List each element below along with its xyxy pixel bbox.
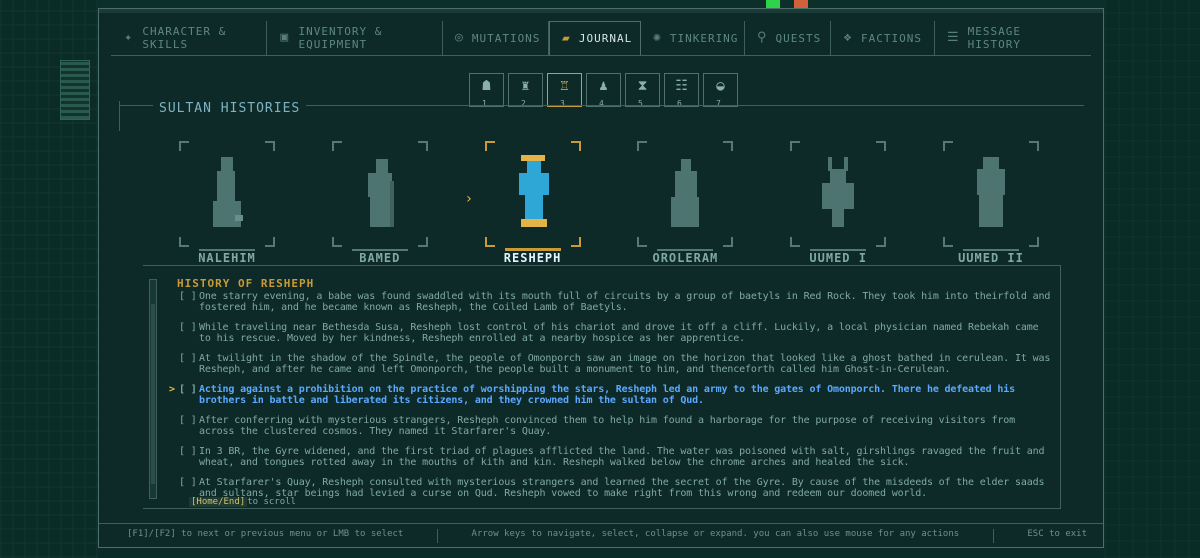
footer-left-hint: [F1]/[F2] to next or previous menu or LM… (127, 529, 404, 539)
bottom-strip (98, 548, 1104, 558)
map-icon: ♜ (521, 78, 530, 94)
chest-icon: ▣ (280, 30, 290, 45)
section-rule (119, 101, 120, 131)
mutation-icon: ◎ (455, 30, 464, 45)
history-entry[interactable]: [ ] At Starfarer's Quay, Resheph consulte… (171, 477, 1051, 499)
sultan-name: BAMED (359, 251, 401, 265)
sultan-resheph[interactable]: › RESHEPH (465, 141, 581, 265)
sultan-name: RESHEPH (503, 251, 562, 265)
background-right (1104, 0, 1200, 558)
history-entry-selected[interactable]: >[ ] Acting against a prohibition on the … (169, 384, 1051, 406)
history-title: HISTORY OF RESHEPH (177, 277, 315, 290)
tab-mutations[interactable]: ◎ MUTATIONS (443, 21, 549, 55)
scroll-hint: [Home/End] to scroll (189, 497, 296, 507)
section-title: SULTAN HISTORIES (153, 101, 307, 116)
subtab-7[interactable]: ◒ 7 (703, 73, 738, 108)
tab-message-history[interactable]: ☰ MESSAGE HISTORY (935, 21, 1083, 55)
gear-icon: ✺ (653, 30, 662, 45)
quest-icon: ⚲ (757, 30, 768, 45)
sultan-name: UUMED I (809, 251, 867, 265)
tab-tinkering[interactable]: ✺ TINKERING (641, 21, 745, 55)
tab-journal[interactable]: ▰ JOURNAL (549, 21, 641, 55)
factions-icon: ❖ (843, 30, 853, 45)
sultan-name: NALEHIM (198, 251, 256, 265)
statue-icon (822, 157, 855, 227)
bowl-icon: ◒ (716, 78, 725, 94)
tab-quests[interactable]: ⚲ QUESTS (745, 21, 831, 55)
sultan-bamed[interactable]: BAMED (331, 141, 428, 265)
journal-subtabs: ☗ 1 ♜ 2 ♖ 3 ♟ 4 ⧗ 5 ☷ 6 ◒ 7 (469, 73, 738, 108)
history-entry[interactable]: [ ] In 3 BR, the Gyre widened, and the fi… (171, 446, 1051, 468)
subtab-1[interactable]: ☗ 1 (469, 73, 504, 108)
sultan-name: OROLERAM (652, 251, 719, 265)
tab-factions[interactable]: ❖ FACTIONS (831, 21, 935, 55)
subtab-4[interactable]: ♟ 4 (586, 73, 621, 108)
tab-inventory-equipment[interactable]: ▣ INVENTORY & EQUIPMENT (267, 21, 443, 55)
footer-rule (99, 523, 1103, 524)
background-left (0, 0, 98, 558)
top-bar (98, 0, 1104, 8)
history-entry[interactable]: [ ] One starry evening, a babe was found … (171, 291, 1051, 313)
creature-sprite (766, 0, 780, 8)
statue-icon (671, 159, 700, 227)
statue-icon (367, 159, 394, 227)
subtab-2[interactable]: ♜ 2 (508, 73, 543, 108)
tab-character-skills[interactable]: ✦ CHARACTER & SKILLS (111, 21, 267, 55)
bell-icon: ♟ (599, 78, 608, 94)
history-entry[interactable]: [ ] While traveling near Bethesda Susa, R… (171, 322, 1051, 344)
scroll-key: [Home/End] (189, 497, 248, 507)
history-entry[interactable]: [ ] After conferring with mysterious stra… (171, 415, 1051, 437)
history-entries: [ ] One starry evening, a babe was found … (169, 291, 1051, 508)
creature-sprite (794, 0, 808, 8)
sultan-uumed-ii[interactable]: UUMED II (942, 141, 1039, 265)
sultan-uumed-i[interactable]: UUMED I (790, 141, 887, 265)
sultan-gallery: NALEHIM BAMED › RESHEPH OROLERAM UUMED I… (179, 141, 1039, 265)
statue-icon (518, 155, 549, 227)
subtab-3[interactable]: ♖ 3 (547, 73, 582, 108)
footer-center-hint: Arrow keys to navigate, select, collapse… (471, 529, 960, 539)
hourglass-icon: ⧗ (637, 78, 648, 94)
scroll-thumb[interactable] (151, 304, 155, 484)
footer: [F1]/[F2] to next or previous menu or LM… (127, 529, 1087, 543)
message-icon: ☰ (947, 30, 960, 45)
sultan-icon: ♖ (560, 78, 569, 94)
history-scrollbar[interactable] (149, 279, 157, 499)
statue-icon (213, 157, 243, 227)
hut-sprite (60, 60, 90, 120)
list-icon: ☷ (675, 78, 688, 94)
sultan-nalehim[interactable]: NALEHIM (179, 141, 275, 265)
footer-right-hint[interactable]: ESC to exit (1027, 529, 1087, 543)
tabs-divider (111, 55, 1091, 56)
subtab-5[interactable]: ⧗ 5 (625, 73, 660, 108)
selection-caret: › (464, 191, 474, 207)
subtab-6[interactable]: ☷ 6 (664, 73, 699, 108)
sultan-oroleram[interactable]: OROLERAM (637, 141, 734, 265)
journal-window: ✦ CHARACTER & SKILLS ▣ INVENTORY & EQUIP… (98, 8, 1104, 548)
statue-icon (976, 157, 1005, 227)
person-icon: ☗ (482, 78, 491, 94)
history-entry[interactable]: [ ] At twilight in the shadow of the Spin… (171, 353, 1051, 375)
journal-icon: ▰ (562, 30, 571, 46)
main-tabs: ✦ CHARACTER & SKILLS ▣ INVENTORY & EQUIP… (111, 21, 1091, 55)
sultan-name: UUMED II (958, 251, 1024, 265)
selection-caret: > (169, 384, 175, 395)
character-icon: ✦ (124, 30, 134, 45)
